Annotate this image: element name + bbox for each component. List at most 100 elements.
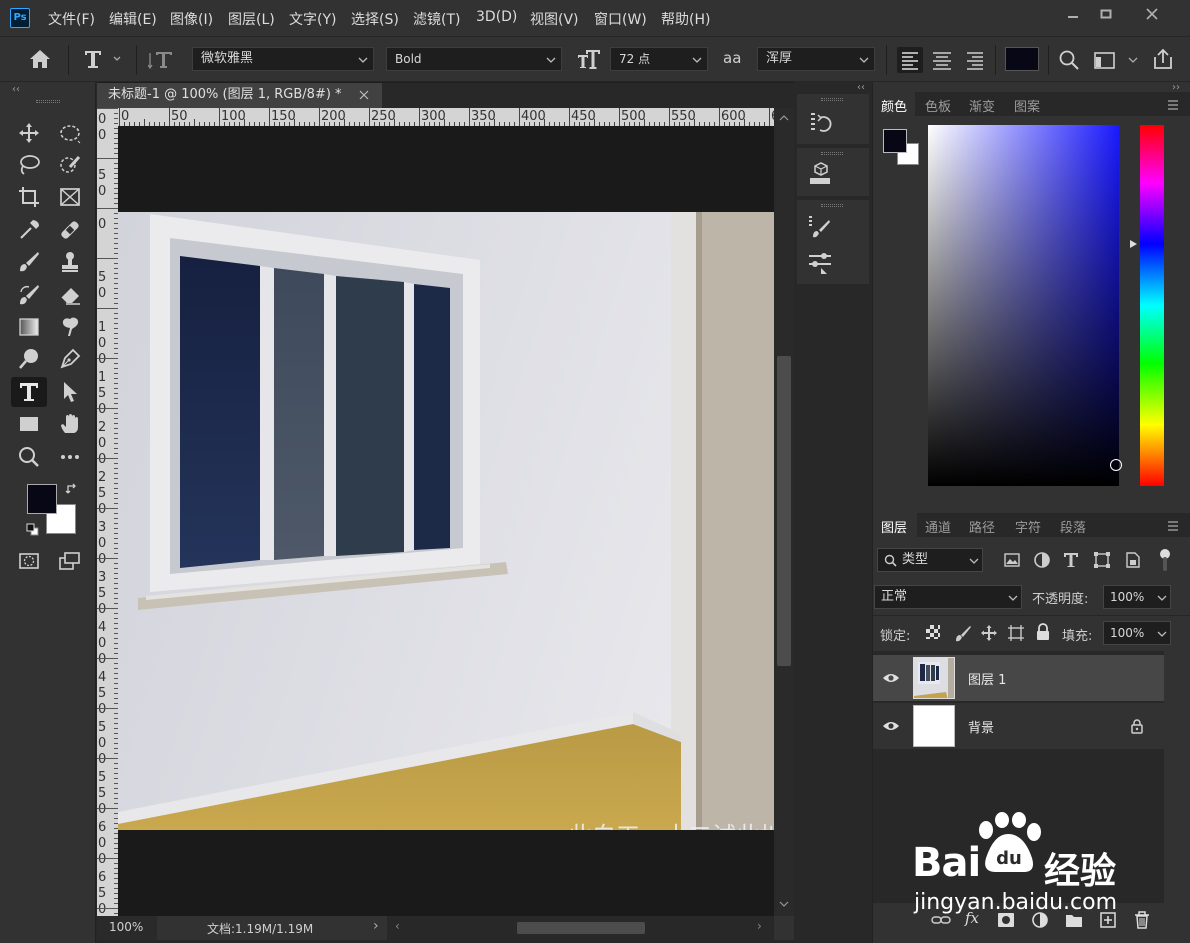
type-tool-preset[interactable] — [82, 47, 122, 71]
minimize-button[interactable] — [1055, 4, 1091, 24]
eraser-tool[interactable] — [52, 280, 88, 310]
app-logo[interactable]: Ps — [10, 8, 30, 28]
lasso-tool[interactable] — [11, 150, 47, 180]
panel-menu-icon[interactable] — [1167, 521, 1179, 531]
horizontal-ruler[interactable]: 050100150200250300350400450500550600650 — [118, 108, 774, 126]
tab-channels[interactable]: 通道 — [925, 517, 951, 536]
align-right-button[interactable] — [962, 47, 988, 73]
horizontal-scrollbar[interactable]: ‹ › — [387, 916, 774, 940]
font-family-select[interactable]: 微软雅黑 — [192, 47, 374, 71]
menu-layer[interactable]: 图层(L) — [228, 9, 275, 29]
dodge-tool[interactable] — [11, 344, 47, 374]
marquee-tool[interactable] — [52, 118, 88, 148]
vertical-ruler[interactable]: 0 0 5 0 0 5 0 1 0 0 1 5 0 2 0 0 2 5 0 3 0 0 3 5 0… — [97, 108, 118, 916]
path-selection-tool[interactable] — [52, 377, 88, 407]
layer-thumbnail[interactable] — [913, 705, 955, 747]
tab-color-active[interactable]: 颜色 — [881, 96, 907, 115]
blend-mode-select[interactable]: 正常 — [874, 585, 1022, 609]
document-tab[interactable]: 未标题-1 @ 100% (图层 1, RGB/8#) * — [97, 83, 382, 108]
history-panel-button[interactable] — [807, 110, 833, 136]
menu-edit[interactable]: 编辑(E) — [109, 9, 157, 29]
lock-transparent-button[interactable] — [925, 624, 941, 640]
vertical-scrollbar[interactable] — [774, 108, 794, 916]
move-tool[interactable] — [11, 118, 47, 148]
zoom-level[interactable]: 100% — [109, 920, 143, 934]
menu-view[interactable]: 视图(V) — [530, 9, 579, 29]
swap-colors-button[interactable] — [65, 482, 79, 496]
collapse-toolbar-icon[interactable]: ‹‹ — [12, 84, 20, 95]
hand-tool[interactable] — [52, 409, 88, 439]
close-tab-icon[interactable] — [359, 90, 369, 100]
brush-settings-button[interactable] — [807, 214, 833, 240]
document-size[interactable]: 文档:1.19M/1.19M — [207, 920, 313, 937]
opacity-field[interactable]: 100% — [1103, 585, 1171, 609]
filter-toggle[interactable] — [1158, 549, 1172, 573]
tab-paragraph[interactable]: 段落 — [1060, 517, 1086, 536]
filter-adjustment-button[interactable] — [1033, 551, 1051, 569]
default-colors-button[interactable] — [26, 523, 40, 537]
workspace-button[interactable] — [1092, 49, 1140, 71]
scroll-down-icon[interactable] — [779, 900, 789, 908]
color-field-picker[interactable] — [1110, 459, 1122, 471]
eyedropper-tool[interactable] — [11, 215, 47, 245]
menu-select[interactable]: 选择(S) — [351, 9, 399, 29]
hue-slider-handle[interactable] — [1129, 239, 1138, 249]
filter-shape-button[interactable] — [1093, 551, 1111, 569]
restore-button[interactable] — [1088, 4, 1124, 24]
color-field[interactable] — [928, 125, 1122, 486]
layer-row[interactable]: 背景 — [873, 703, 1164, 749]
scroll-right-icon[interactable]: › — [757, 919, 762, 933]
healing-brush-tool[interactable] — [52, 215, 88, 245]
text-color-swatch[interactable] — [1005, 47, 1039, 71]
panel-menu-icon[interactable] — [1167, 100, 1179, 110]
foreground-color-swatch[interactable] — [27, 484, 57, 514]
tab-paths[interactable]: 路径 — [969, 517, 995, 536]
lock-artboard-button[interactable] — [1007, 624, 1025, 642]
screen-mode-button[interactable] — [52, 546, 88, 576]
scroll-left-icon[interactable]: ‹ — [395, 919, 400, 933]
adjustments-button[interactable] — [807, 250, 833, 276]
scroll-up-icon[interactable] — [779, 114, 789, 122]
close-button[interactable] — [1134, 4, 1170, 24]
more-tools[interactable] — [52, 442, 88, 472]
menu-file[interactable]: 文件(F) — [48, 9, 95, 29]
menu-help[interactable]: 帮助(H) — [661, 9, 710, 29]
align-center-button[interactable] — [929, 47, 955, 73]
filter-smart-object-button[interactable] — [1124, 551, 1142, 569]
share-button[interactable] — [1151, 47, 1175, 71]
color-panel-fg-swatch[interactable] — [883, 129, 907, 153]
layer-name[interactable]: 背景 — [968, 717, 994, 736]
filter-type-button[interactable] — [1062, 551, 1080, 569]
filter-pixel-button[interactable] — [1003, 551, 1021, 569]
smudge-tool[interactable] — [52, 312, 88, 342]
brush-tool[interactable] — [11, 247, 47, 277]
quick-mask-button[interactable] — [11, 546, 47, 576]
frame-tool[interactable] — [52, 182, 88, 212]
antialias-select[interactable]: 浑厚 — [757, 47, 875, 71]
tab-character[interactable]: 字符 — [1015, 517, 1041, 536]
3d-panel-button[interactable] — [807, 162, 833, 188]
zoom-tool[interactable] — [11, 442, 47, 472]
quick-selection-tool[interactable] — [52, 150, 88, 180]
menu-type[interactable]: 文字(Y) — [289, 9, 336, 29]
menu-image[interactable]: 图像(I) — [170, 9, 213, 29]
lock-pixels-button[interactable] — [954, 624, 972, 642]
tab-layers[interactable]: 图层 — [881, 517, 907, 536]
layer-name[interactable]: 图层 1 — [968, 669, 1006, 688]
lock-position-button[interactable] — [980, 624, 998, 642]
vertical-scroll-thumb[interactable] — [777, 356, 791, 666]
eye-icon[interactable] — [882, 671, 900, 685]
history-brush-tool[interactable] — [11, 280, 47, 310]
toggle-text-orientation-button[interactable] — [148, 47, 176, 71]
gradient-tool[interactable] — [11, 312, 47, 342]
tab-patterns[interactable]: 图案 — [1014, 96, 1040, 115]
font-style-select[interactable]: Bold — [386, 47, 562, 71]
align-left-button[interactable] — [897, 47, 923, 73]
expand-panels-icon[interactable]: ‹‹ — [857, 82, 865, 93]
hue-slider[interactable] — [1140, 125, 1164, 486]
tab-swatches[interactable]: 色板 — [925, 96, 951, 115]
layer-filter-select[interactable]: 类型 — [877, 548, 983, 572]
menu-3d[interactable]: 3D(D) — [476, 9, 517, 25]
status-menu-arrow[interactable]: › — [373, 918, 379, 934]
font-size-select[interactable]: 72 点 — [610, 47, 708, 71]
